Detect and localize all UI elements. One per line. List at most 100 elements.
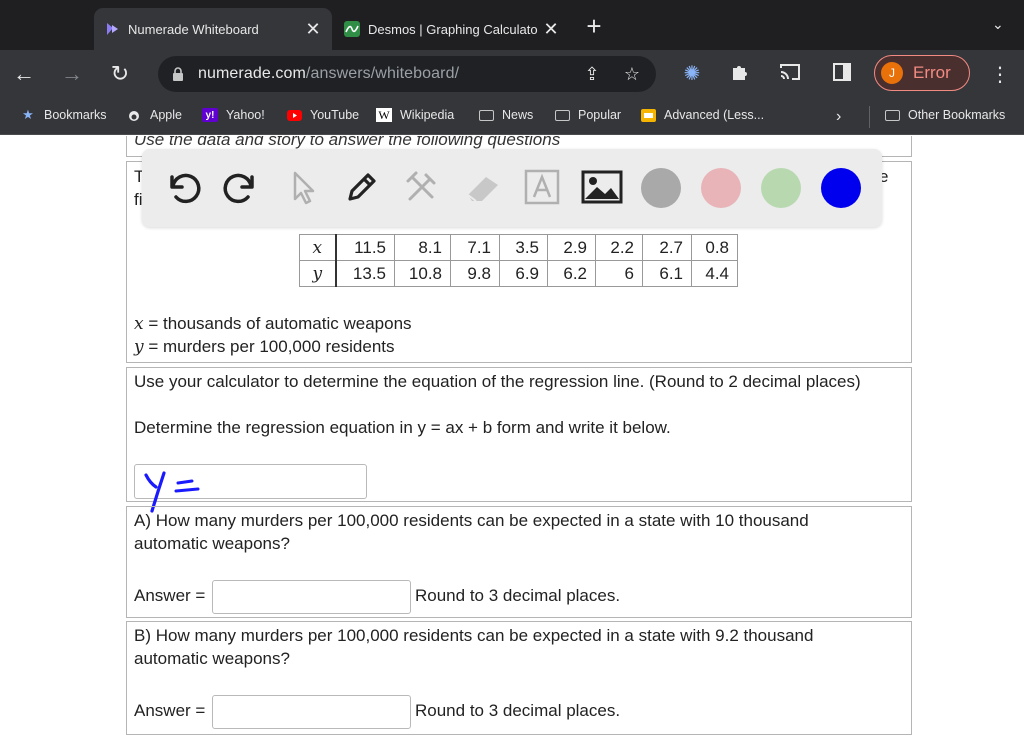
bookmark-bookmarks[interactable]: ★ Bookmarks <box>20 107 107 122</box>
profile-error-label: Error <box>913 63 951 82</box>
bookmark-wikipedia[interactable]: W Wikipedia <box>376 108 454 122</box>
extension-sparkle-icon[interactable]: ✺ <box>680 62 704 86</box>
bookmark-label: Yahoo! <box>226 108 265 122</box>
bookmark-youtube[interactable]: YouTube <box>286 108 359 122</box>
apple-icon <box>126 108 142 122</box>
bookmark-star-icon[interactable]: ☆ <box>622 64 642 84</box>
address-bar[interactable]: numerade.com/answers/whiteboard/ ⇪ ☆ <box>158 56 656 92</box>
color-swatch-green[interactable] <box>761 168 801 208</box>
close-tab-icon[interactable]: ✕ <box>542 20 560 38</box>
new-tab-button[interactable]: + <box>582 13 606 39</box>
part-a-answer-input[interactable] <box>212 580 411 614</box>
x-definition-text: = thousands of automatic weapons <box>143 314 412 333</box>
menu-kebab-icon[interactable]: ⋮ <box>990 62 1010 87</box>
bookmark-other[interactable]: Other Bookmarks <box>884 108 1005 122</box>
tab-numerade-whiteboard[interactable]: Numerade Whiteboard ✕ <box>94 8 332 50</box>
text-icon[interactable] <box>520 163 564 211</box>
tab-title: Numerade Whiteboard <box>128 21 259 37</box>
color-swatch-blue[interactable] <box>821 168 861 208</box>
folder-icon <box>554 108 570 122</box>
undo-icon[interactable] <box>160 163 204 211</box>
folder-icon <box>884 108 900 122</box>
table-cell: 2.9 <box>547 234 596 261</box>
pen-icon[interactable] <box>340 163 384 211</box>
image-icon[interactable] <box>580 163 624 211</box>
table-cell: 9.8 <box>450 260 500 287</box>
bookmark-label: Bookmarks <box>44 108 107 122</box>
table-cell: 13.5 <box>335 260 395 287</box>
extensions-puzzle-icon[interactable] <box>728 62 752 86</box>
forward-arrow-icon[interactable]: → <box>58 60 86 88</box>
table-cell: 10.8 <box>394 260 451 287</box>
bookmark-label: Popular <box>578 108 622 122</box>
answer-label: Answer = <box>134 701 206 720</box>
regression-box: Use your calculator to determine the equ… <box>126 367 912 502</box>
reload-icon[interactable]: ↻ <box>106 60 134 88</box>
table-cell: 6 <box>595 260 643 287</box>
wikipedia-icon: W <box>376 108 392 122</box>
browser-toolbar: ← → ↻ numerade.com/answers/whiteboard/ ⇪… <box>0 50 1024 98</box>
table-cell: 7.1 <box>450 234 500 261</box>
cast-icon[interactable] <box>778 62 802 86</box>
x-definition: x = thousands of automatic weapons <box>134 314 412 334</box>
tab-desmos[interactable]: Desmos | Graphing Calculato ✕ <box>334 8 570 50</box>
table-header-y: y <box>299 260 337 287</box>
bookmark-label: Other Bookmarks <box>908 108 1006 122</box>
answer-label: Answer = <box>134 586 206 605</box>
table-row-x: x 11.5 8.1 7.1 3.5 2.9 2.2 2.7 0.8 <box>299 234 738 261</box>
close-tab-icon[interactable]: ✕ <box>304 20 322 38</box>
bookmark-advanced[interactable]: Advanced (Less... <box>640 108 764 122</box>
side-panel-icon[interactable] <box>830 62 854 86</box>
table-cell: 11.5 <box>335 234 395 261</box>
star-icon: ★ <box>22 107 34 122</box>
bookmark-news[interactable]: News <box>478 108 533 122</box>
more-bookmarks-chevron-icon[interactable]: › <box>836 108 841 126</box>
table-cell: 6.1 <box>642 260 692 287</box>
pointer-icon[interactable] <box>280 163 324 211</box>
y-variable: y <box>134 337 144 357</box>
bookmark-popular[interactable]: Popular <box>554 108 621 122</box>
color-swatch-gray[interactable] <box>641 168 681 208</box>
round-note: Round to 3 decimal places. <box>415 701 621 720</box>
part-b-box: B) How many murders per 100,000 resident… <box>126 621 912 735</box>
part-a-question-cont: automatic weapons? <box>134 534 290 553</box>
eraser-icon[interactable] <box>460 163 504 211</box>
part-a-question: A) How many murders per 100,000 resident… <box>134 511 809 530</box>
bookmark-label: Advanced (Less... <box>664 108 765 122</box>
back-arrow-icon[interactable]: ← <box>10 60 38 88</box>
y-definition: y = murders per 100,000 residents <box>134 337 395 357</box>
bookmark-label: News <box>502 108 534 122</box>
x-variable: x <box>134 314 144 334</box>
part-b-answer-input[interactable] <box>212 695 411 729</box>
share-icon[interactable]: ⇪ <box>582 64 602 84</box>
bookmarks-bar: ★ Bookmarks Apple y! Yahoo! YouTube W Wi… <box>0 98 1024 135</box>
desmos-logo-icon <box>344 21 360 37</box>
table-header-x: x <box>299 234 337 261</box>
data-table: x 11.5 8.1 7.1 3.5 2.9 2.2 2.7 0.8 y 13.… <box>299 234 738 287</box>
part-b-question: B) How many murders per 100,000 resident… <box>134 626 814 645</box>
table-cell: 0.8 <box>691 234 738 261</box>
tab-search-icon[interactable]: ⌄ <box>992 16 1004 33</box>
table-cell: 3.5 <box>499 234 548 261</box>
url-host: numerade.com <box>198 65 306 82</box>
table-cell: 6.9 <box>499 260 548 287</box>
bookmark-label: Apple <box>150 108 182 122</box>
yahoo-icon: y! <box>202 108 218 122</box>
table-cell: 2.7 <box>642 234 692 261</box>
avatar: J <box>881 62 903 84</box>
regression-prompt: Use your calculator to determine the equ… <box>134 372 861 391</box>
table-cell: 4.4 <box>691 260 738 287</box>
whiteboard-page[interactable]: Use the data and story to answer the fol… <box>0 136 1024 742</box>
color-swatch-pink[interactable] <box>701 168 741 208</box>
profile-button[interactable]: J Error <box>874 55 970 91</box>
tools-icon[interactable] <box>400 163 444 211</box>
table-cell: 8.1 <box>394 234 451 261</box>
youtube-icon <box>286 108 302 122</box>
url-path: /answers/whiteboard/ <box>305 65 460 82</box>
redo-icon[interactable] <box>220 163 264 211</box>
bookmark-apple[interactable]: Apple <box>126 108 182 122</box>
table-cell: 6.2 <box>547 260 596 287</box>
folder-icon <box>478 108 494 122</box>
part-a-box: A) How many murders per 100,000 resident… <box>126 506 912 618</box>
bookmark-yahoo[interactable]: y! Yahoo! <box>202 108 265 122</box>
